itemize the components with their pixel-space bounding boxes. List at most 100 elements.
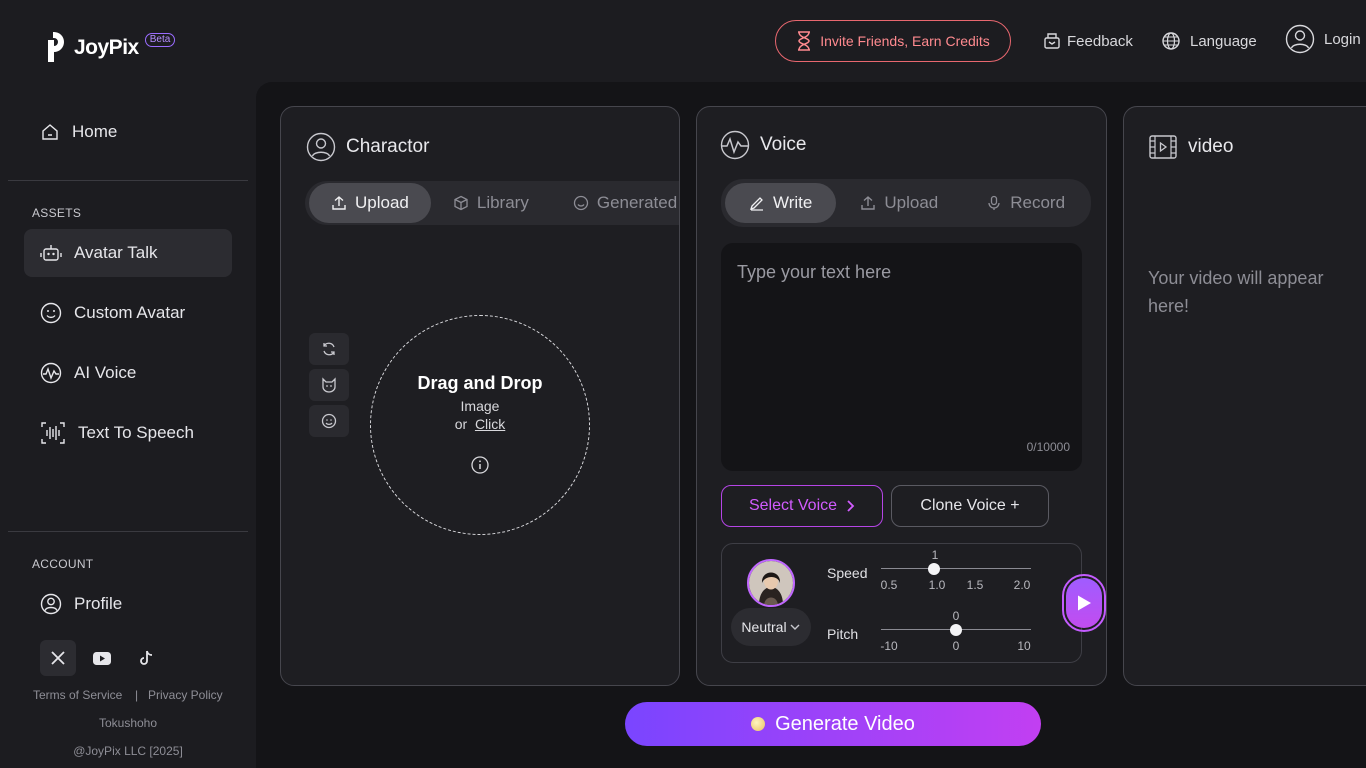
- user-circle-icon: [1285, 24, 1315, 54]
- pitch-slider-handle[interactable]: [950, 624, 962, 636]
- copyright: @JoyPix LLC [2025]: [73, 744, 183, 758]
- sidebar-item-label: Profile: [74, 594, 123, 613]
- tab-label: Record: [1010, 193, 1066, 212]
- tab-voice-upload[interactable]: Upload: [836, 183, 962, 223]
- tab-label: Upload: [355, 193, 409, 212]
- voice-tabs: Write Upload Record: [721, 179, 1091, 227]
- sidebar-item-avatar-talk[interactable]: Avatar Talk: [24, 229, 232, 277]
- user-circle-icon: [306, 132, 336, 162]
- clone-voice-button[interactable]: Clone Voice +: [891, 485, 1049, 527]
- soundwave-icon: [41, 422, 65, 444]
- speed-slider-handle[interactable]: [928, 563, 940, 575]
- character-title: Charactor: [306, 132, 429, 162]
- sidebar-item-text-to-speech[interactable]: Text To Speech: [24, 409, 232, 457]
- tab-record[interactable]: Record: [962, 183, 1089, 223]
- tab-write[interactable]: Write: [725, 183, 837, 223]
- feedback-link[interactable]: Feedback: [1043, 28, 1133, 54]
- upload-icon: [861, 196, 876, 210]
- login-button[interactable]: Login: [1285, 24, 1361, 54]
- tab-label: Library: [476, 193, 529, 212]
- emotion-dropdown[interactable]: Neutral: [731, 608, 811, 646]
- tab-upload[interactable]: Upload: [309, 183, 431, 223]
- assets-heading: ASSETS: [32, 206, 82, 220]
- chevron-down-icon: [790, 624, 800, 630]
- speed-tick: 2.0: [1013, 578, 1031, 592]
- select-voice-button[interactable]: Select Voice: [721, 485, 883, 527]
- privacy-link[interactable]: Privacy Policy: [148, 688, 223, 702]
- globe-icon: [1162, 32, 1180, 50]
- tokushoho-link[interactable]: Tokushoho: [8, 716, 248, 730]
- feedback-label: Feedback: [1067, 32, 1133, 50]
- smiley-icon: [573, 195, 588, 211]
- sidebar-item-home[interactable]: Home: [24, 108, 232, 156]
- logo[interactable]: JoyPix Beta: [44, 28, 176, 68]
- tab-generated[interactable]: Generated: [551, 183, 679, 223]
- language-selector[interactable]: Language: [1161, 28, 1257, 54]
- pitch-tick: 10: [1017, 639, 1031, 653]
- refresh-button[interactable]: [309, 333, 349, 365]
- chevron-right-icon: [847, 500, 855, 512]
- sidebar-item-label: Home: [72, 122, 118, 141]
- feedback-icon: [1044, 33, 1060, 49]
- generate-video-button[interactable]: Generate Video: [625, 702, 1041, 746]
- generate-label: Generate Video: [775, 712, 915, 735]
- video-panel: [1123, 106, 1366, 686]
- invite-friends-button[interactable]: Invite Friends, Earn Credits: [775, 20, 1011, 62]
- char-counter: 0/10000: [1026, 440, 1070, 454]
- voice-title: Voice: [720, 130, 806, 160]
- invite-label: Invite Friends, Earn Credits: [820, 33, 990, 49]
- x-link[interactable]: [40, 640, 76, 676]
- face-avatar-button[interactable]: [309, 405, 349, 437]
- tab-label: Generated: [596, 193, 678, 212]
- drop-subtitle: Image: [460, 398, 500, 414]
- joypix-logo-icon: [48, 32, 64, 62]
- refresh-icon: [323, 342, 335, 356]
- sidebar-item-label: Avatar Talk: [74, 243, 158, 262]
- drop-click-link[interactable]: Click: [475, 416, 505, 432]
- tiktok-link[interactable]: [128, 640, 164, 676]
- play-preview-button[interactable]: [1062, 574, 1106, 632]
- cat-avatar-button[interactable]: [309, 369, 349, 401]
- cat-face-icon: [322, 377, 336, 393]
- video-title: video: [1148, 132, 1233, 162]
- terms-link[interactable]: Terms of Service: [33, 688, 122, 702]
- speed-tick: 0.5: [880, 578, 898, 592]
- tiktok-icon: [140, 650, 153, 665]
- hourglass-icon: [798, 31, 811, 51]
- drop-title: Drag and Drop: [417, 373, 543, 393]
- sidebar-item-custom-avatar[interactable]: Custom Avatar: [24, 289, 232, 337]
- speed-label: Speed: [827, 565, 868, 581]
- sidebar-item-ai-voice[interactable]: AI Voice: [24, 349, 232, 397]
- login-label: Login: [1324, 30, 1361, 48]
- microphone-icon: [988, 195, 1000, 210]
- smiley-icon: [321, 413, 337, 429]
- account-heading: ACCOUNT: [32, 557, 94, 571]
- voice-avatar[interactable]: [747, 559, 795, 607]
- pitch-tick: -10: [880, 639, 898, 653]
- youtube-link[interactable]: [84, 640, 120, 676]
- language-label: Language: [1190, 32, 1257, 50]
- sidebar-item-profile[interactable]: Profile: [24, 580, 232, 628]
- footer-divider: |: [135, 688, 139, 702]
- emotion-label: Neutral: [741, 619, 787, 635]
- text-placeholder: Type your text here: [737, 262, 892, 282]
- image-drop-zone[interactable]: Drag and Drop Image or Click: [370, 315, 590, 535]
- smiley-icon: [40, 302, 62, 324]
- profile-icon: [40, 593, 62, 615]
- avatar-portrait-icon: [749, 561, 793, 605]
- pitch-label: Pitch: [827, 626, 859, 642]
- panel-title-text: Charactor: [346, 136, 430, 157]
- credit-coin-icon: [751, 717, 766, 731]
- robot-icon: [40, 245, 62, 261]
- voice-wave-icon: [720, 130, 750, 160]
- tab-label: Write: [773, 193, 813, 212]
- sidebar-item-label: Text To Speech: [78, 423, 194, 442]
- upload-icon: [332, 196, 346, 210]
- video-placeholder: Your video will appear here!: [1148, 268, 1324, 316]
- speed-track[interactable]: [881, 568, 1031, 569]
- youtube-icon: [93, 651, 111, 665]
- info-icon[interactable]: [471, 456, 489, 474]
- pen-icon: [749, 197, 763, 211]
- tab-library[interactable]: Library: [431, 183, 551, 223]
- voice-wave-icon: [40, 362, 62, 384]
